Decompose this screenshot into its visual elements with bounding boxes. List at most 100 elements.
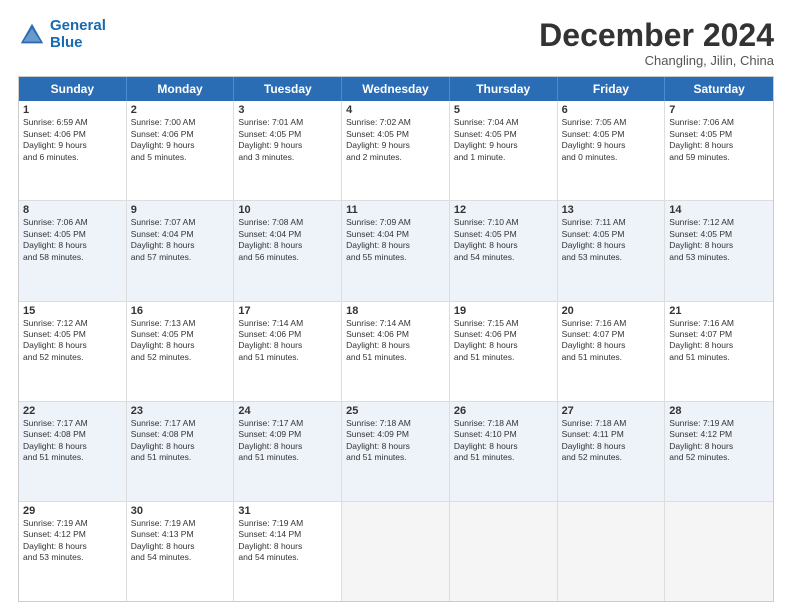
- day-number: 7: [669, 104, 769, 116]
- cell-content: Sunrise: 7:17 AM Sunset: 4:08 PM Dayligh…: [131, 418, 230, 464]
- cell-content: Sunrise: 7:16 AM Sunset: 4:07 PM Dayligh…: [562, 318, 661, 364]
- day-number: 9: [131, 204, 230, 216]
- cell-content: Sunrise: 7:13 AM Sunset: 4:05 PM Dayligh…: [131, 318, 230, 364]
- calendar-cell-r4c3: 24Sunrise: 7:17 AM Sunset: 4:09 PM Dayli…: [234, 402, 342, 501]
- day-number: 3: [238, 104, 337, 116]
- day-number: 31: [238, 505, 337, 517]
- calendar-cell-r1c5: 5Sunrise: 7:04 AM Sunset: 4:05 PM Daylig…: [450, 101, 558, 200]
- day-number: 19: [454, 305, 553, 317]
- cell-content: Sunrise: 7:14 AM Sunset: 4:06 PM Dayligh…: [346, 318, 445, 364]
- cell-content: Sunrise: 6:59 AM Sunset: 4:06 PM Dayligh…: [23, 117, 122, 163]
- cell-content: Sunrise: 7:10 AM Sunset: 4:05 PM Dayligh…: [454, 217, 553, 263]
- day-number: 24: [238, 405, 337, 417]
- header-day-sunday: Sunday: [19, 77, 127, 101]
- calendar-cell-r5c2: 30Sunrise: 7:19 AM Sunset: 4:13 PM Dayli…: [127, 502, 235, 601]
- day-number: 22: [23, 405, 122, 417]
- day-number: 29: [23, 505, 122, 517]
- calendar-cell-r4c5: 26Sunrise: 7:18 AM Sunset: 4:10 PM Dayli…: [450, 402, 558, 501]
- cell-content: Sunrise: 7:00 AM Sunset: 4:06 PM Dayligh…: [131, 117, 230, 163]
- calendar-cell-r3c7: 21Sunrise: 7:16 AM Sunset: 4:07 PM Dayli…: [665, 302, 773, 401]
- calendar-cell-r3c6: 20Sunrise: 7:16 AM Sunset: 4:07 PM Dayli…: [558, 302, 666, 401]
- calendar-cell-r2c6: 13Sunrise: 7:11 AM Sunset: 4:05 PM Dayli…: [558, 201, 666, 300]
- day-number: 12: [454, 204, 553, 216]
- cell-content: Sunrise: 7:19 AM Sunset: 4:14 PM Dayligh…: [238, 518, 337, 564]
- day-number: 2: [131, 104, 230, 116]
- calendar-cell-r2c7: 14Sunrise: 7:12 AM Sunset: 4:05 PM Dayli…: [665, 201, 773, 300]
- calendar-cell-r3c4: 18Sunrise: 7:14 AM Sunset: 4:06 PM Dayli…: [342, 302, 450, 401]
- header-day-saturday: Saturday: [665, 77, 773, 101]
- calendar-cell-r4c6: 27Sunrise: 7:18 AM Sunset: 4:11 PM Dayli…: [558, 402, 666, 501]
- calendar-cell-r3c3: 17Sunrise: 7:14 AM Sunset: 4:06 PM Dayli…: [234, 302, 342, 401]
- cell-content: Sunrise: 7:12 AM Sunset: 4:05 PM Dayligh…: [669, 217, 769, 263]
- calendar-cell-r2c2: 9Sunrise: 7:07 AM Sunset: 4:04 PM Daylig…: [127, 201, 235, 300]
- calendar-cell-r1c2: 2Sunrise: 7:00 AM Sunset: 4:06 PM Daylig…: [127, 101, 235, 200]
- day-number: 15: [23, 305, 122, 317]
- calendar-cell-r5c3: 31Sunrise: 7:19 AM Sunset: 4:14 PM Dayli…: [234, 502, 342, 601]
- calendar-row-3: 15Sunrise: 7:12 AM Sunset: 4:05 PM Dayli…: [19, 301, 773, 401]
- calendar-cell-r2c1: 8Sunrise: 7:06 AM Sunset: 4:05 PM Daylig…: [19, 201, 127, 300]
- header-day-tuesday: Tuesday: [234, 77, 342, 101]
- calendar-cell-r4c2: 23Sunrise: 7:17 AM Sunset: 4:08 PM Dayli…: [127, 402, 235, 501]
- day-number: 6: [562, 104, 661, 116]
- calendar-cell-r4c7: 28Sunrise: 7:19 AM Sunset: 4:12 PM Dayli…: [665, 402, 773, 501]
- day-number: 25: [346, 405, 445, 417]
- cell-content: Sunrise: 7:18 AM Sunset: 4:11 PM Dayligh…: [562, 418, 661, 464]
- month-title: December 2024: [539, 18, 774, 53]
- cell-content: Sunrise: 7:15 AM Sunset: 4:06 PM Dayligh…: [454, 318, 553, 364]
- cell-content: Sunrise: 7:16 AM Sunset: 4:07 PM Dayligh…: [669, 318, 769, 364]
- calendar-header: SundayMondayTuesdayWednesdayThursdayFrid…: [19, 77, 773, 101]
- day-number: 27: [562, 405, 661, 417]
- calendar-cell-r5c4: [342, 502, 450, 601]
- header-day-friday: Friday: [558, 77, 666, 101]
- cell-content: Sunrise: 7:06 AM Sunset: 4:05 PM Dayligh…: [23, 217, 122, 263]
- cell-content: Sunrise: 7:14 AM Sunset: 4:06 PM Dayligh…: [238, 318, 337, 364]
- cell-content: Sunrise: 7:12 AM Sunset: 4:05 PM Dayligh…: [23, 318, 122, 364]
- day-number: 14: [669, 204, 769, 216]
- calendar-row-5: 29Sunrise: 7:19 AM Sunset: 4:12 PM Dayli…: [19, 501, 773, 601]
- header-day-thursday: Thursday: [450, 77, 558, 101]
- day-number: 23: [131, 405, 230, 417]
- day-number: 13: [562, 204, 661, 216]
- cell-content: Sunrise: 7:02 AM Sunset: 4:05 PM Dayligh…: [346, 117, 445, 163]
- calendar-cell-r2c5: 12Sunrise: 7:10 AM Sunset: 4:05 PM Dayli…: [450, 201, 558, 300]
- title-block: December 2024 Changling, Jilin, China: [539, 18, 774, 68]
- calendar-cell-r2c3: 10Sunrise: 7:08 AM Sunset: 4:04 PM Dayli…: [234, 201, 342, 300]
- calendar-cell-r1c4: 4Sunrise: 7:02 AM Sunset: 4:05 PM Daylig…: [342, 101, 450, 200]
- calendar-cell-r3c5: 19Sunrise: 7:15 AM Sunset: 4:06 PM Dayli…: [450, 302, 558, 401]
- cell-content: Sunrise: 7:06 AM Sunset: 4:05 PM Dayligh…: [669, 117, 769, 163]
- calendar-cell-r4c4: 25Sunrise: 7:18 AM Sunset: 4:09 PM Dayli…: [342, 402, 450, 501]
- calendar-cell-r3c2: 16Sunrise: 7:13 AM Sunset: 4:05 PM Dayli…: [127, 302, 235, 401]
- header-day-wednesday: Wednesday: [342, 77, 450, 101]
- cell-content: Sunrise: 7:18 AM Sunset: 4:10 PM Dayligh…: [454, 418, 553, 464]
- day-number: 26: [454, 405, 553, 417]
- logo-line1: General: [50, 17, 106, 34]
- calendar-row-2: 8Sunrise: 7:06 AM Sunset: 4:05 PM Daylig…: [19, 200, 773, 300]
- day-number: 4: [346, 104, 445, 116]
- cell-content: Sunrise: 7:08 AM Sunset: 4:04 PM Dayligh…: [238, 217, 337, 263]
- calendar-cell-r1c1: 1Sunrise: 6:59 AM Sunset: 4:06 PM Daylig…: [19, 101, 127, 200]
- cell-content: Sunrise: 7:01 AM Sunset: 4:05 PM Dayligh…: [238, 117, 337, 163]
- day-number: 21: [669, 305, 769, 317]
- calendar-cell-r5c6: [558, 502, 666, 601]
- calendar: SundayMondayTuesdayWednesdayThursdayFrid…: [18, 76, 774, 602]
- cell-content: Sunrise: 7:19 AM Sunset: 4:12 PM Dayligh…: [23, 518, 122, 564]
- cell-content: Sunrise: 7:19 AM Sunset: 4:13 PM Dayligh…: [131, 518, 230, 564]
- calendar-cell-r2c4: 11Sunrise: 7:09 AM Sunset: 4:04 PM Dayli…: [342, 201, 450, 300]
- day-number: 28: [669, 405, 769, 417]
- day-number: 1: [23, 104, 122, 116]
- header: General Blue December 2024 Changling, Ji…: [18, 18, 774, 68]
- logo-text: General Blue: [50, 18, 106, 51]
- calendar-cell-r1c6: 6Sunrise: 7:05 AM Sunset: 4:05 PM Daylig…: [558, 101, 666, 200]
- cell-content: Sunrise: 7:04 AM Sunset: 4:05 PM Dayligh…: [454, 117, 553, 163]
- calendar-body: 1Sunrise: 6:59 AM Sunset: 4:06 PM Daylig…: [19, 101, 773, 601]
- calendar-cell-r1c7: 7Sunrise: 7:06 AM Sunset: 4:05 PM Daylig…: [665, 101, 773, 200]
- day-number: 11: [346, 204, 445, 216]
- logo-icon: [18, 21, 46, 49]
- cell-content: Sunrise: 7:18 AM Sunset: 4:09 PM Dayligh…: [346, 418, 445, 464]
- cell-content: Sunrise: 7:17 AM Sunset: 4:09 PM Dayligh…: [238, 418, 337, 464]
- calendar-cell-r5c5: [450, 502, 558, 601]
- calendar-cell-r1c3: 3Sunrise: 7:01 AM Sunset: 4:05 PM Daylig…: [234, 101, 342, 200]
- calendar-cell-r5c1: 29Sunrise: 7:19 AM Sunset: 4:12 PM Dayli…: [19, 502, 127, 601]
- day-number: 20: [562, 305, 661, 317]
- location-subtitle: Changling, Jilin, China: [539, 53, 774, 68]
